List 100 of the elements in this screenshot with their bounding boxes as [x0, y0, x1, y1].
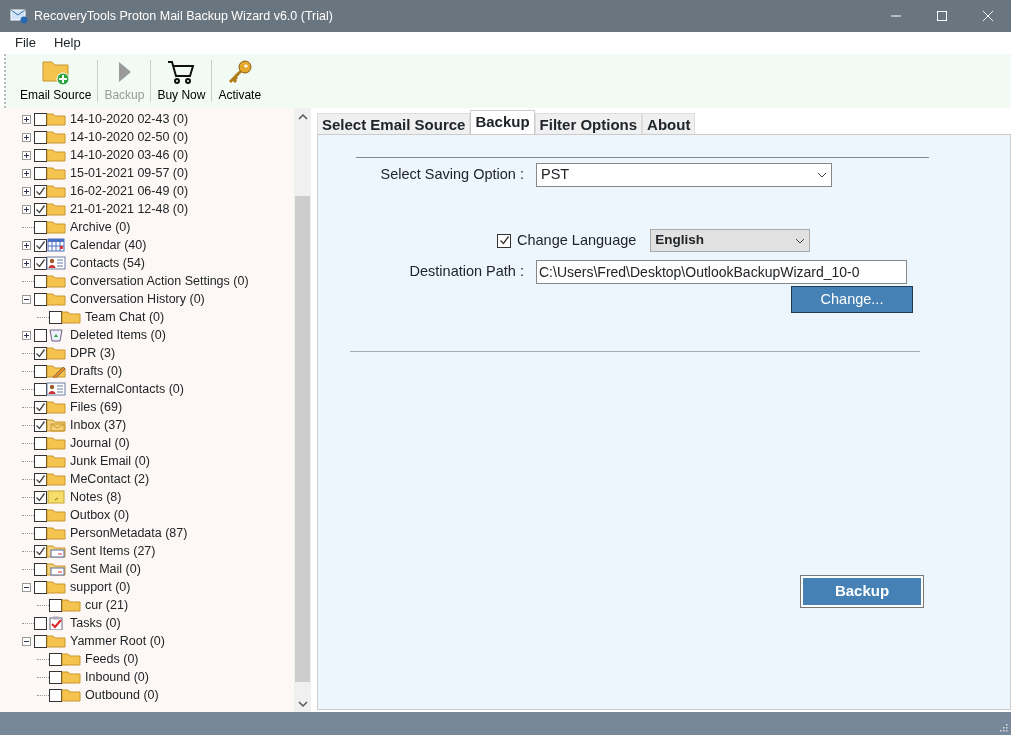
tree-item[interactable]: Journal (0)	[68, 433, 130, 453]
tree-item[interactable]: Notes (8)	[68, 487, 122, 507]
toolbar-button[interactable]: Email Source	[14, 54, 98, 108]
checkbox[interactable]	[34, 616, 47, 630]
tree-item[interactable]: MeContact (2)	[68, 469, 150, 489]
menu-item[interactable]: Help	[46, 33, 88, 53]
chevron-down-icon	[817, 172, 827, 178]
tree-item[interactable]: Files (69)	[68, 397, 123, 417]
checkbox[interactable]	[497, 233, 511, 248]
tree-item[interactable]: Inbound (0)	[83, 667, 149, 687]
menu-item[interactable]: File	[8, 33, 43, 53]
tab[interactable]: Select Email Source	[317, 113, 471, 134]
checkbox[interactable]	[34, 238, 47, 252]
field-label: Destination Path :	[408, 262, 525, 282]
tree-item[interactable]: Sent Mail (0)	[68, 559, 141, 579]
tree-item[interactable]: Deleted Items (0)	[68, 325, 166, 345]
scroll-up-icon[interactable]	[297, 113, 308, 121]
close-icon[interactable]	[981, 9, 995, 23]
field-label: Select Saving Option :	[379, 165, 525, 185]
backup-button[interactable]: Backup	[800, 575, 924, 608]
tree-item[interactable]: DPR (3)	[68, 343, 116, 363]
tree-item[interactable]: Contacts (54)	[68, 253, 146, 273]
tree-item[interactable]: 21-01-2021 12-48 (0)	[68, 199, 189, 219]
folder-icon	[46, 202, 66, 216]
folder-icon	[46, 580, 66, 594]
toolbar-button[interactable]: Activate	[212, 54, 268, 108]
folder-icon	[46, 184, 66, 198]
tree-item[interactable]: 16-02-2021 06-49 (0)	[68, 181, 189, 201]
checkbox[interactable]	[34, 490, 47, 504]
tree-item[interactable]: support (0)	[68, 577, 131, 597]
maximize-icon[interactable]	[935, 9, 949, 23]
tree-item[interactable]: Junk Email (0)	[68, 451, 150, 471]
note-icon	[46, 490, 66, 504]
contact-card-icon	[46, 382, 66, 396]
folder-icon	[61, 670, 81, 684]
scroll-down-icon[interactable]	[297, 700, 308, 708]
folder-icon	[46, 274, 66, 288]
envelope-folder-icon	[46, 418, 66, 432]
tree-item[interactable]: 14-10-2020 02-43 (0)	[68, 109, 189, 129]
tree-item[interactable]: 14-10-2020 03-46 (0)	[68, 145, 189, 165]
tree-item[interactable]: Outbound (0)	[83, 685, 159, 705]
app-icon	[10, 8, 28, 24]
tree-item[interactable]: Feeds (0)	[83, 649, 139, 669]
clipboard-icon	[46, 616, 66, 630]
destination-path-field[interactable]: C:\Users\Fred\Desktop\OutlookBackupWizard_10-0	[536, 260, 907, 284]
folder-icon	[61, 688, 81, 702]
folder-icon	[46, 220, 66, 234]
tree-item[interactable]: Inbox (37)	[68, 415, 127, 435]
cart-icon	[166, 58, 197, 86]
tree-item[interactable]: Calendar (40)	[68, 235, 147, 255]
change-button[interactable]: Change...	[791, 286, 913, 313]
tab[interactable]: About	[642, 113, 696, 134]
expand-icon[interactable]	[22, 258, 31, 268]
saving-option-dropdown[interactable]: PST	[536, 163, 832, 187]
expand-icon[interactable]	[22, 186, 31, 196]
tree-item[interactable]: Archive (0)	[68, 217, 131, 237]
tree-item[interactable]: ExternalContacts (0)	[68, 379, 184, 399]
folder-icon	[46, 634, 66, 648]
tree-item[interactable]: Outbox (0)	[68, 505, 130, 525]
resize-grip-icon[interactable]	[998, 722, 1008, 732]
tree-item[interactable]: Sent Items (27)	[68, 541, 156, 561]
folder-icon	[61, 652, 81, 666]
folder-icon	[46, 436, 66, 450]
tree-item[interactable]: Team Chat (0)	[83, 307, 165, 327]
expand-icon[interactable]	[22, 150, 31, 160]
toolbar-button[interactable]: Buy Now	[151, 54, 212, 108]
folder-icon	[46, 508, 66, 522]
collapse-icon[interactable]	[22, 636, 31, 646]
folder-icon	[46, 166, 66, 180]
scroll-thumb[interactable]	[295, 196, 310, 682]
checkbox[interactable]	[34, 328, 47, 342]
tree-item[interactable]: Yammer Root (0)	[68, 631, 165, 651]
tree-item[interactable]: Conversation Action Settings (0)	[68, 271, 249, 291]
expand-icon[interactable]	[22, 240, 31, 250]
tree-item[interactable]: Tasks (0)	[68, 613, 121, 633]
tree-item[interactable]: PersonMetadata (87)	[68, 523, 188, 543]
folder-icon	[46, 292, 66, 306]
expand-icon[interactable]	[22, 204, 31, 214]
tree-item[interactable]: Drafts (0)	[68, 361, 123, 381]
language-dropdown[interactable]: English	[650, 229, 811, 252]
chevron-down-icon	[795, 237, 806, 244]
checkbox-label[interactable]: Change Language	[517, 229, 637, 252]
expand-icon[interactable]	[22, 114, 31, 124]
tree-item[interactable]: cur (21)	[83, 595, 129, 615]
tree-item[interactable]: 15-01-2021 09-57 (0)	[68, 163, 189, 183]
collapse-icon[interactable]	[22, 294, 31, 304]
expand-icon[interactable]	[22, 132, 31, 142]
tab[interactable]: Filter Options	[534, 113, 643, 134]
folder-icon	[61, 310, 81, 324]
collapse-icon[interactable]	[22, 582, 31, 592]
folder-icon	[46, 454, 66, 468]
calendar-icon	[46, 238, 66, 252]
tree-item[interactable]: 14-10-2020 02-50 (0)	[68, 127, 189, 147]
pencil-folder-icon	[46, 364, 66, 378]
tab[interactable]: Backup	[470, 110, 535, 134]
expand-icon[interactable]	[22, 330, 31, 340]
envelope-folder-icon	[46, 544, 66, 558]
folder-icon	[61, 598, 81, 612]
expand-icon[interactable]	[22, 168, 31, 178]
tree-item[interactable]: Conversation History (0)	[68, 289, 205, 309]
